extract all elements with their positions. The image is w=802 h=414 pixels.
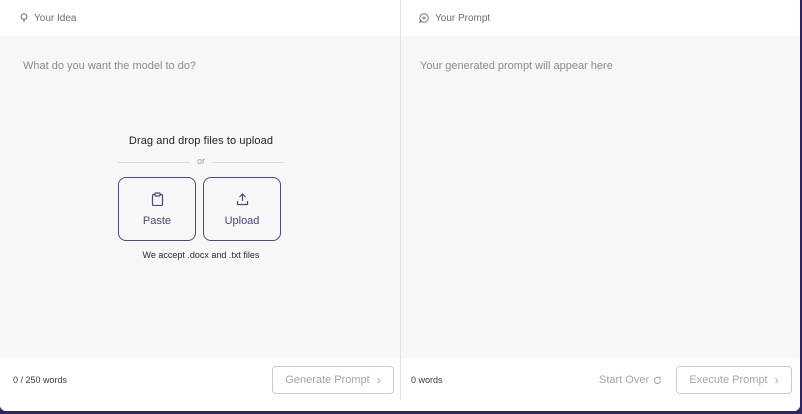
lightbulb-icon <box>20 13 28 23</box>
generate-prompt-button[interactable]: Generate Prompt › <box>272 366 394 394</box>
chat-plus-icon <box>419 13 429 23</box>
clipboard-icon <box>151 192 164 206</box>
idea-panel-footer: 0 / 250 words Generate Prompt › <box>0 358 400 400</box>
start-over-label: Start Over <box>599 374 650 386</box>
accepted-formats-note: We accept .docx and .txt files <box>142 250 260 260</box>
idea-word-count: 0 / 250 words <box>13 375 68 385</box>
chevron-right-icon: › <box>376 373 381 387</box>
dropzone-separator: or <box>118 156 284 168</box>
upload-button[interactable]: Upload <box>203 177 281 241</box>
upload-icon <box>236 193 249 206</box>
idea-panel: Your Idea What do you want the model to … <box>0 0 400 411</box>
idea-panel-header: Your Idea <box>0 0 400 36</box>
prompt-panel-title: Your Prompt <box>435 12 491 24</box>
prompt-panel-footer: 0 words Start Over Execute Prompt › <box>401 358 800 400</box>
generate-prompt-label: Generate Prompt <box>285 374 370 386</box>
upload-button-label: Upload <box>224 215 260 227</box>
dropzone-buttons: Paste Upload <box>118 177 284 243</box>
chevron-right-icon: › <box>774 373 779 387</box>
prompt-panel: Your Prompt Your generated prompt will a… <box>401 0 800 411</box>
execute-prompt-label: Execute Prompt <box>689 374 768 386</box>
prompt-word-count: 0 words <box>411 375 443 385</box>
idea-input-placeholder[interactable]: What do you want the model to do? <box>23 60 196 72</box>
paste-button-label: Paste <box>142 215 172 227</box>
prompt-output-area: Your generated prompt will appear here <box>401 36 800 358</box>
idea-panel-title: Your Idea <box>34 12 77 24</box>
execute-prompt-button[interactable]: Execute Prompt › <box>676 366 792 394</box>
file-dropzone[interactable]: Drag and drop files to upload or Paste U… <box>118 135 284 260</box>
prompt-generator-window: Your Idea What do you want the model to … <box>0 0 800 411</box>
refresh-icon <box>654 376 662 384</box>
dropzone-title: Drag and drop files to upload <box>128 135 274 147</box>
prompt-output-placeholder: Your generated prompt will appear here <box>420 60 613 72</box>
paste-button[interactable]: Paste <box>118 177 196 241</box>
start-over-button[interactable]: Start Over <box>599 374 662 386</box>
prompt-panel-header: Your Prompt <box>401 0 800 36</box>
idea-input-area[interactable]: What do you want the model to do? Drag a… <box>0 36 400 358</box>
